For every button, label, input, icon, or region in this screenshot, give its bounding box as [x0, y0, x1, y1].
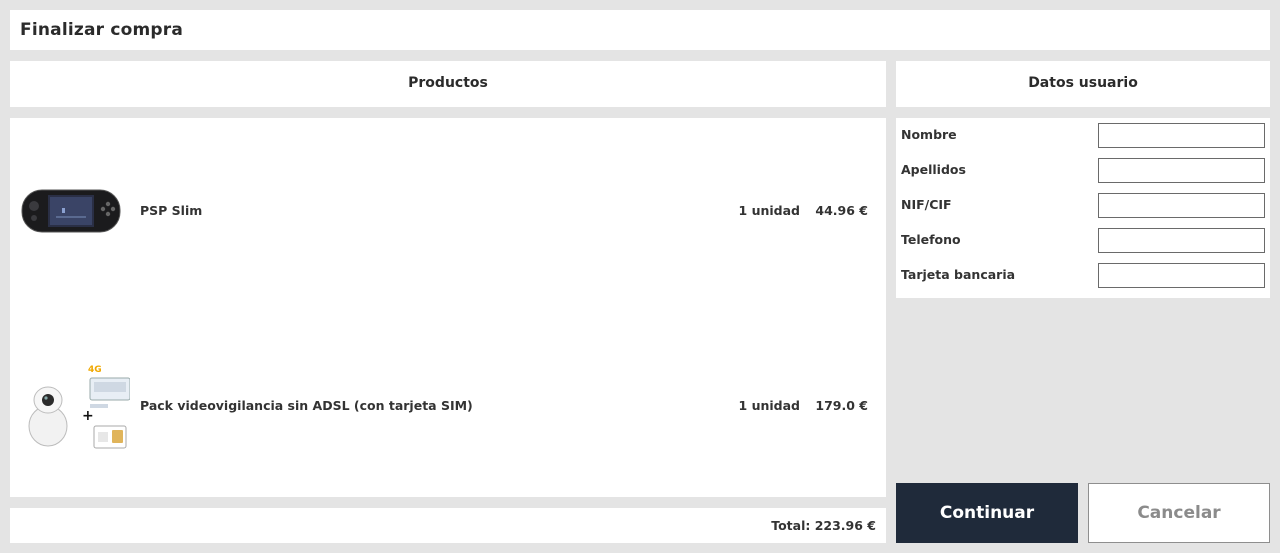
form-row-tarjeta: Tarjeta bancaria [896, 263, 1270, 289]
svg-text:+: + [82, 408, 94, 424]
svg-text:4G: 4G [88, 365, 102, 375]
form-row-telefono: Telefono [896, 228, 1270, 254]
order-total: Total: 223.96 € [771, 518, 876, 533]
products-header: Productos [10, 61, 886, 107]
user-section-title: Datos usuario [1028, 75, 1138, 91]
product-quantity: 1 unidad [738, 398, 800, 413]
tarjeta-input[interactable] [1098, 263, 1265, 288]
title-bar: Finalizar compra [10, 10, 1270, 50]
camera-router-sim-icon: 4G + [20, 360, 131, 460]
nombre-input[interactable] [1098, 123, 1265, 148]
cancel-button[interactable]: Cancelar [1088, 483, 1270, 543]
product-quantity: 1 unidad [738, 203, 800, 218]
apellidos-input[interactable] [1098, 158, 1265, 183]
product-row: 4G + Pack videovigilancia sin ADSL (con … [10, 345, 886, 465]
product-name: PSP Slim [140, 203, 203, 218]
tarjeta-label: Tarjeta bancaria [901, 267, 1016, 282]
user-data-form: Nombre Apellidos NIF/CIF Telefono Tarjet… [896, 118, 1270, 298]
nombre-label: Nombre [901, 127, 957, 142]
psp-console-icon [20, 160, 130, 260]
user-data-header: Datos usuario [896, 61, 1270, 107]
telefono-label: Telefono [901, 232, 961, 247]
form-row-nombre: Nombre [896, 123, 1270, 149]
total-bar: Total: 223.96 € [10, 508, 886, 543]
page-title: Finalizar compra [20, 20, 184, 40]
nif-label: NIF/CIF [901, 197, 952, 212]
telefono-input[interactable] [1098, 228, 1265, 253]
form-row-nif: NIF/CIF [896, 193, 1270, 219]
apellidos-label: Apellidos [901, 162, 966, 177]
product-name: Pack videovigilancia sin ADSL (con tarje… [140, 398, 473, 413]
product-price: 179.0 € [815, 398, 868, 413]
products-section-title: Productos [408, 75, 488, 91]
product-row: PSP Slim 1 unidad 44.96 € [10, 150, 886, 270]
nif-input[interactable] [1098, 193, 1265, 218]
form-row-apellidos: Apellidos [896, 158, 1270, 184]
products-list: PSP Slim 1 unidad 44.96 € 4G + Pack vide… [10, 118, 886, 497]
product-price: 44.96 € [815, 203, 868, 218]
continue-button[interactable]: Continuar [896, 483, 1078, 543]
